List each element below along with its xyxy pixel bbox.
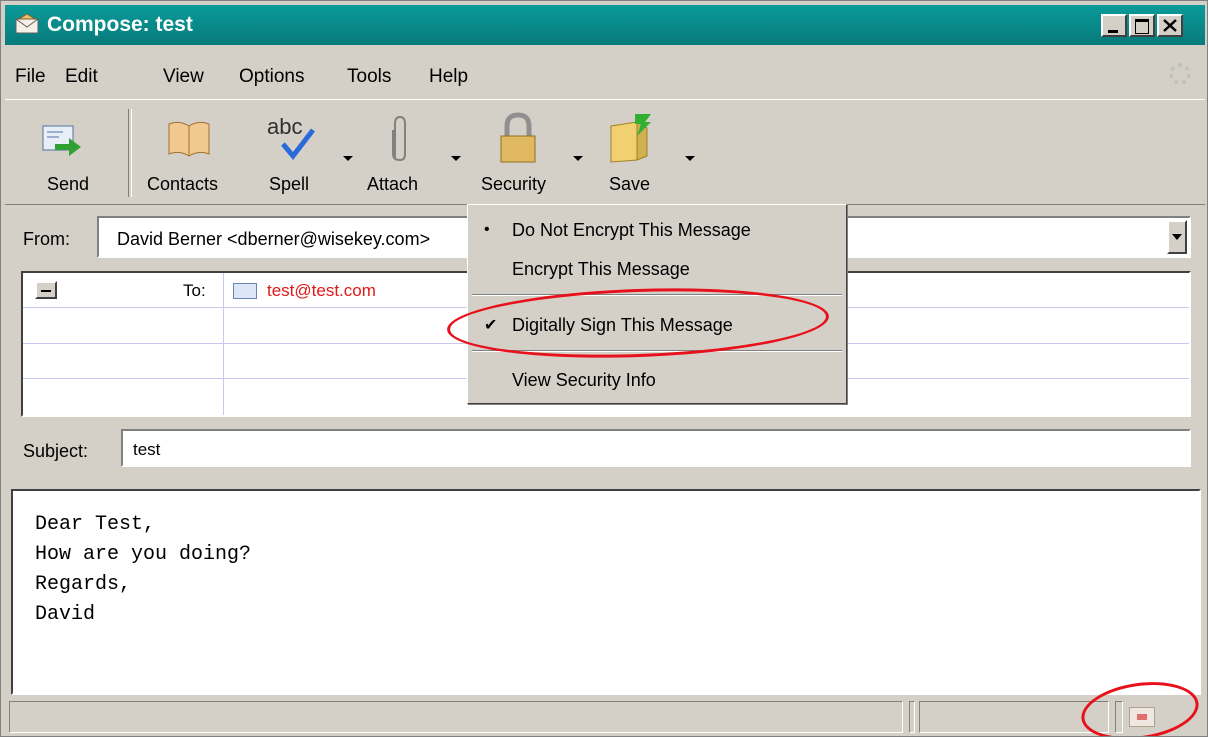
from-value: David Berner <dberner@wisekey.com>: [117, 229, 431, 249]
security-dropdown-arrow[interactable]: [573, 156, 583, 161]
checkmark-icon: [281, 128, 315, 160]
contacts-label: Contacts: [147, 174, 219, 194]
close-icon: [1163, 19, 1177, 32]
status-bar: [5, 699, 1205, 735]
menu-file[interactable]: File: [15, 66, 46, 88]
attach-dropdown-arrow[interactable]: [451, 156, 461, 161]
menu-options[interactable]: Options: [239, 66, 304, 88]
status-text-panel: [9, 701, 903, 733]
menu-item-do-not-encrypt[interactable]: Do Not Encrypt This Message: [512, 220, 751, 241]
save-folder-icon: [610, 114, 651, 163]
selected-bullet-icon: •: [484, 221, 490, 238]
send-label: Send: [47, 174, 90, 194]
recipient-type-label: To:: [183, 281, 206, 300]
security-label: Security: [481, 174, 547, 194]
save-label: Save: [609, 174, 651, 194]
status-separator: [909, 701, 915, 733]
menu-edit[interactable]: Edit: [65, 66, 98, 88]
body-line: Dear Test,: [35, 513, 156, 536]
recipient-address[interactable]: test@test.com: [267, 281, 376, 301]
spell-dropdown-arrow[interactable]: [343, 156, 353, 161]
body-line: David: [35, 603, 96, 626]
from-label: From:: [23, 229, 70, 249]
message-body-editor[interactable]: Dear Test, How are you doing? Regards, D…: [11, 489, 1201, 695]
recipient-type-dropdown[interactable]: [35, 281, 57, 299]
envelope-icon: [15, 14, 39, 34]
menu-item-encrypt[interactable]: Encrypt This Message: [512, 259, 690, 280]
toolbar: Send Contacts abc Spell Attach Security …: [5, 99, 1205, 205]
from-dropdown-button[interactable]: [1167, 220, 1187, 254]
menu-view[interactable]: View: [163, 66, 204, 88]
compose-window: Compose: test File Edit View Options Too…: [0, 0, 1208, 737]
minimize-button[interactable]: [1101, 14, 1127, 37]
subject-label: Subject:: [23, 441, 89, 461]
address-card-icon: [233, 283, 257, 299]
send-icon: [42, 125, 81, 156]
recipient-column-divider: [223, 273, 224, 415]
paperclip-icon: [392, 115, 406, 162]
maximize-button[interactable]: [1129, 14, 1155, 37]
menu-help[interactable]: Help: [429, 66, 468, 88]
body-line: Regards,: [35, 573, 132, 596]
padlock-icon: [500, 112, 536, 163]
title-bar[interactable]: Compose: test: [5, 5, 1205, 45]
save-dropdown-arrow[interactable]: [685, 156, 695, 161]
toolbar-separator: [128, 109, 132, 197]
subject-input[interactable]: test: [121, 429, 1191, 467]
menu-bar: File Edit View Options Tools Help: [5, 53, 1205, 97]
contacts-book-icon: [168, 121, 210, 157]
menu-item-view-security-info[interactable]: View Security Info: [512, 370, 656, 391]
spell-label: Spell: [269, 174, 310, 194]
body-line: How are you doing?: [35, 543, 252, 566]
close-button[interactable]: [1157, 14, 1183, 37]
menu-tools[interactable]: Tools: [347, 66, 391, 88]
attach-label: Attach: [367, 174, 419, 194]
window-title: Compose: test: [47, 13, 193, 36]
subject-value: test: [133, 440, 161, 459]
throbber-icon: [1169, 63, 1191, 85]
